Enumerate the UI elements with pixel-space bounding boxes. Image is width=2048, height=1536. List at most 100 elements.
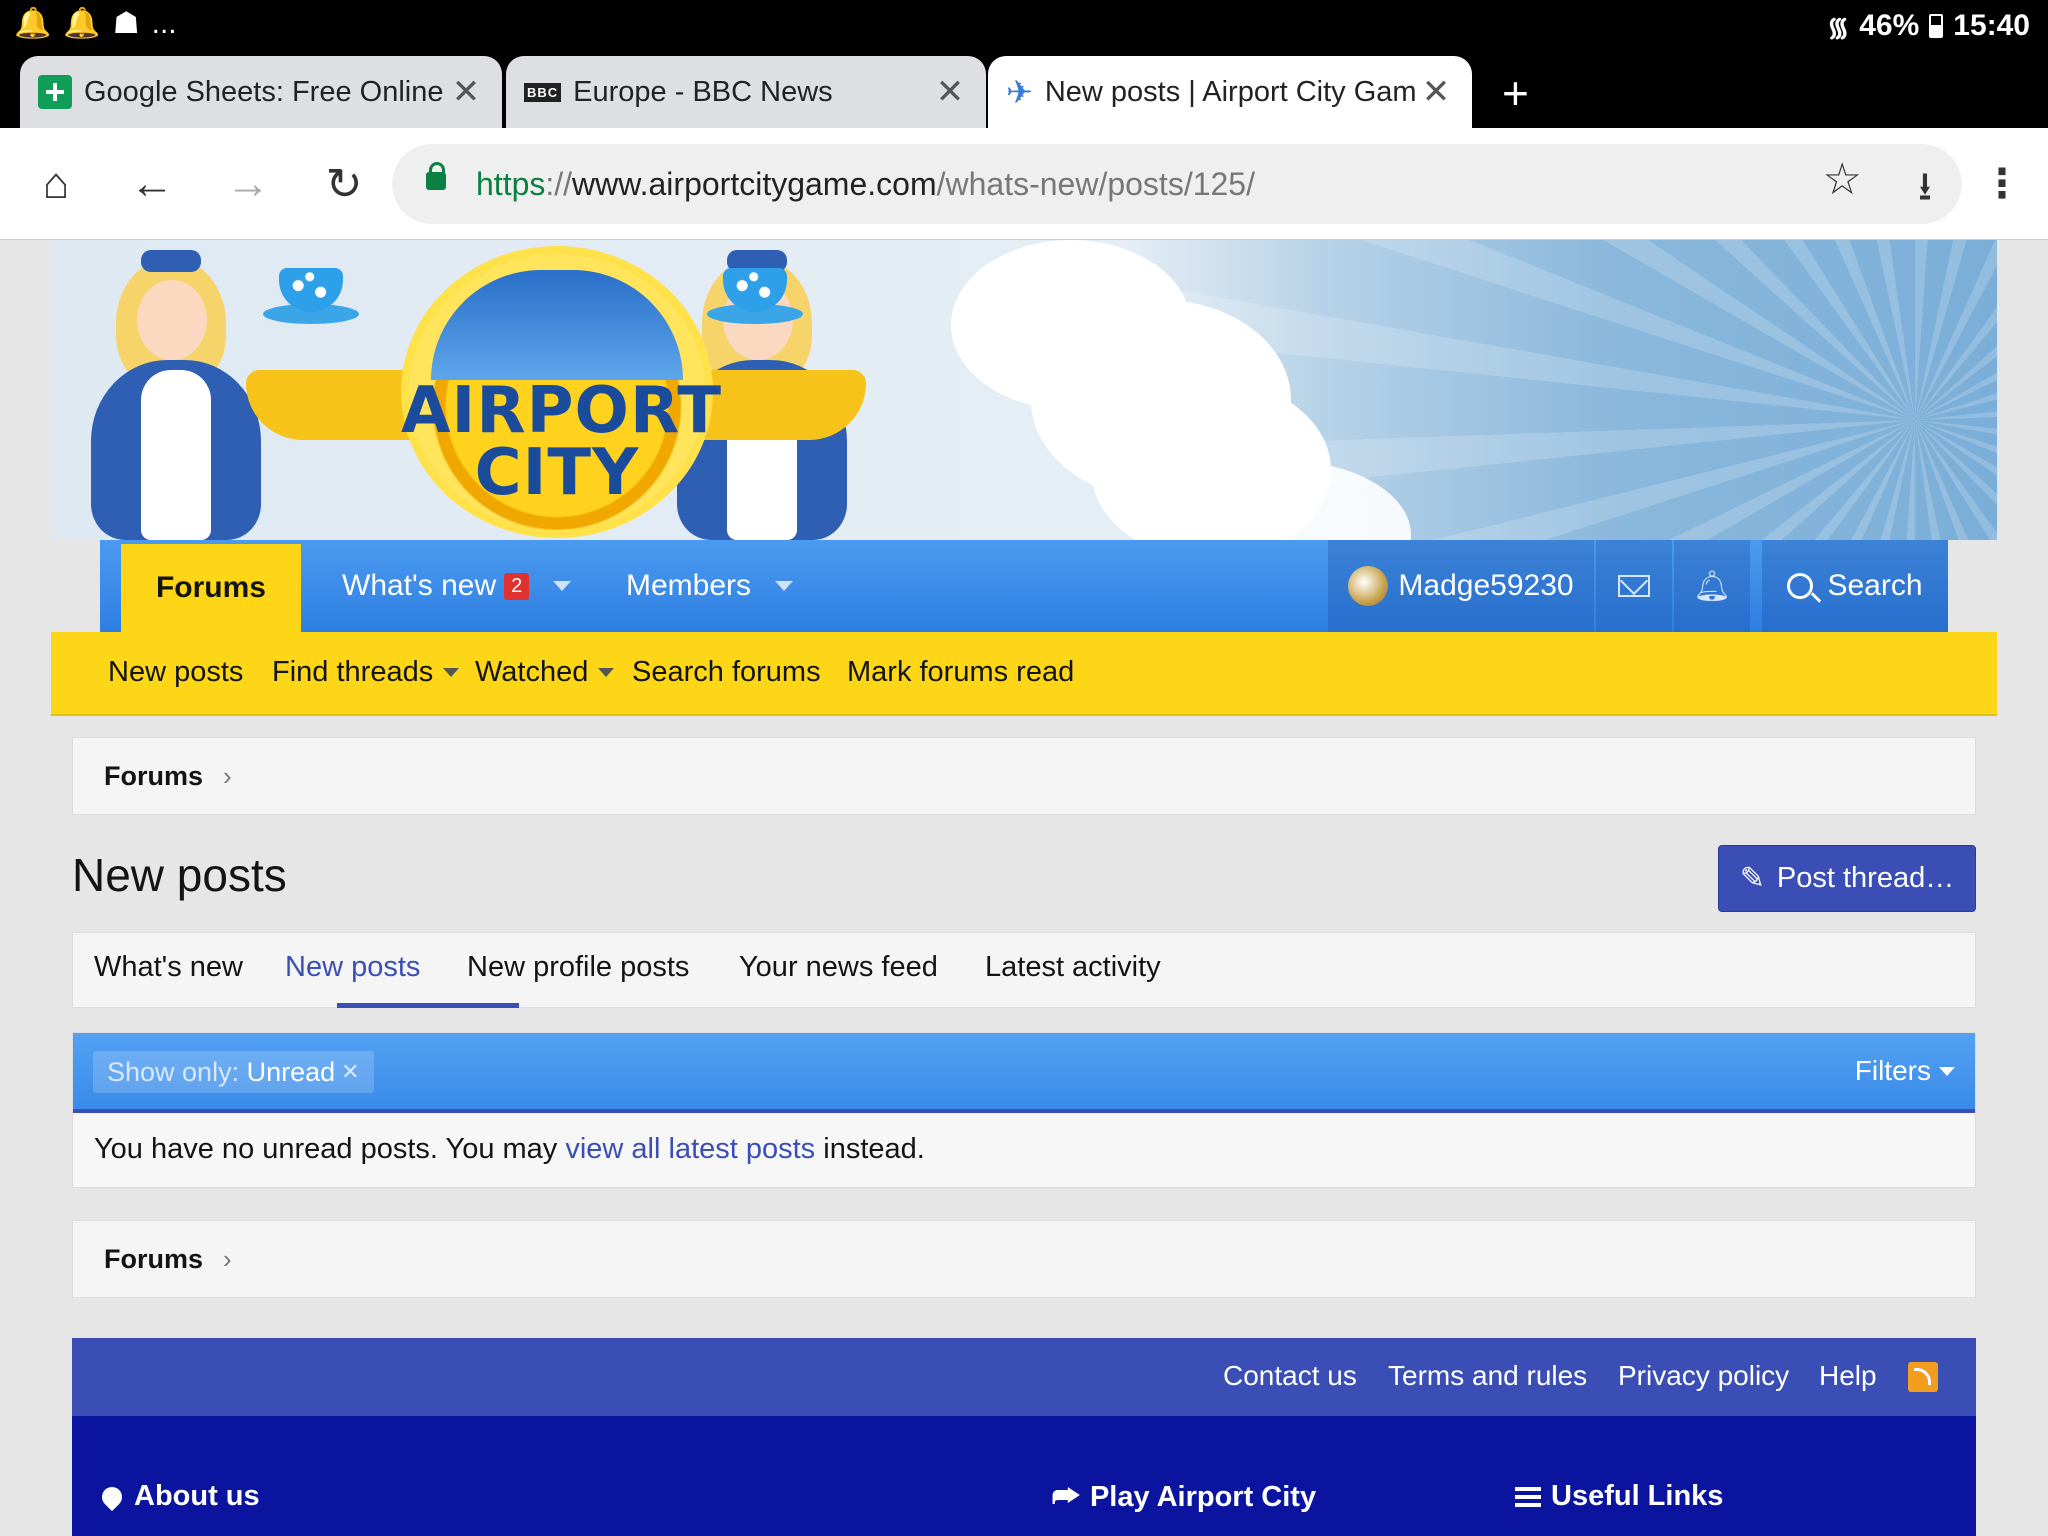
breadcrumb-bottom: Forums › <box>72 1220 1976 1298</box>
footer-play-airport-city[interactable]: ⮫ Play Airport City <box>1052 1480 1316 1514</box>
footer-privacy-policy[interactable]: Privacy policy <box>1618 1360 1789 1392</box>
new-tab-plus-icon[interactable]: + <box>1502 66 1529 120</box>
wifi-icon: ᯾ <box>1827 12 1850 42</box>
breadcrumb-forums[interactable]: Forums <box>104 761 203 792</box>
logo-text: AIRPORT CITY <box>401 374 722 510</box>
filter-chip-unread[interactable]: Show only: Unread ✕ <box>93 1051 374 1093</box>
browser-tab-google-sheets[interactable]: Google Sheets: Free Online S ✕ <box>20 56 502 128</box>
search-label: Search <box>1827 569 1923 602</box>
chevron-down-icon[interactable] <box>598 668 615 677</box>
tab-title: New posts | Airport City Gam <box>1044 75 1417 108</box>
browser-tab-bbc[interactable]: BBC Europe - BBC News ✕ <box>506 56 986 128</box>
system-status-bar: 🔔 🔔 ☗ ... ᯾ 46% 15:40 <box>0 0 2048 52</box>
tab-your-news-feed[interactable]: Your news feed <box>739 951 938 984</box>
maid-illustration <box>71 240 271 540</box>
nav-tab-whats-new[interactable]: What's new 2 <box>342 540 572 632</box>
filter-chip-value: Unread <box>246 1056 336 1087</box>
reload-icon[interactable]: ↻ <box>314 154 374 214</box>
notification-bell-icon: 🔔 <box>14 7 52 40</box>
filters-dropdown-button[interactable]: Filters <box>1855 1055 1955 1087</box>
subnav-label: Find threads <box>272 656 434 688</box>
browser-tab-strip: Google Sheets: Free Online S ✕ BBC Europ… <box>0 52 2048 128</box>
footer-main: About us ⮫ Play Airport City Useful Link… <box>72 1416 1976 1536</box>
tab-new-posts[interactable]: New posts <box>285 951 420 984</box>
active-tab-indicator <box>337 1003 519 1008</box>
forward-arrow-icon[interactable]: → <box>218 154 278 214</box>
subnav-find-threads[interactable]: Find threads <box>272 656 460 689</box>
filters-label: Filters <box>1854 1055 1931 1086</box>
tab-new-profile-posts[interactable]: New profile posts <box>467 951 689 984</box>
nav-tab-members[interactable]: Members <box>626 540 794 632</box>
view-all-latest-posts-link[interactable]: view all latest posts <box>565 1133 815 1165</box>
home-icon[interactable]: ⌂ <box>26 154 86 214</box>
filter-bar: Show only: Unread ✕ Filters <box>73 1033 1975 1113</box>
envelope-icon <box>1618 575 1650 597</box>
app-notification-icon: ☗ <box>112 7 140 40</box>
whats-new-tabs: What's new New posts New profile posts Y… <box>72 932 1976 1008</box>
subnav-search-forums[interactable]: Search forums <box>632 656 821 689</box>
search-icon <box>1787 573 1814 599</box>
footer-terms-and-rules[interactable]: Terms and rules <box>1388 1360 1587 1392</box>
browser-toolbar: ⌂ ← → ↻ https://www.airportcitygame.com/… <box>0 128 2048 240</box>
footer-help[interactable]: Help <box>1819 1360 1877 1392</box>
battery-icon <box>1929 14 1944 38</box>
post-thread-button[interactable]: ✎ Post thread… <box>1718 845 1976 912</box>
chevron-down-icon <box>1939 1066 1955 1076</box>
no-unread-message: You have no unread posts. You may view a… <box>94 1133 925 1165</box>
close-icon[interactable]: ✕ <box>1418 72 1454 112</box>
footer-heading: Useful Links <box>1551 1480 1724 1512</box>
rss-icon[interactable] <box>1908 1362 1938 1392</box>
main-nav: Forums What's new 2 Members Madge59230 🔔… <box>100 540 1948 632</box>
map-pin-icon <box>97 1482 127 1511</box>
breadcrumb-forums[interactable]: Forums <box>104 1244 203 1275</box>
footer-about-us: About us <box>97 1480 260 1513</box>
user-account-link[interactable]: Madge59230 <box>1328 540 1594 632</box>
chevron-down-icon[interactable] <box>443 668 460 677</box>
bookmark-star-icon[interactable]: ☆ <box>1823 154 1862 205</box>
inbox-button[interactable] <box>1596 540 1672 632</box>
menu-kebab-icon[interactable]: ⋮ <box>1972 154 2032 214</box>
nav-label: What's new <box>342 569 497 602</box>
menu-bars-icon <box>1515 1486 1541 1507</box>
notification-bell-icon: 🔔 <box>63 7 101 40</box>
remove-filter-icon[interactable]: ✕ <box>341 1059 359 1085</box>
close-icon[interactable]: ✕ <box>448 72 484 112</box>
footer-heading: About us <box>134 1480 260 1512</box>
battery-percent: 46% <box>1859 9 1920 42</box>
sub-nav: New posts Find threads Watched Search fo… <box>51 632 1997 716</box>
status-notifications: 🔔 🔔 ☗ ... <box>14 6 177 41</box>
lock-icon <box>426 162 446 190</box>
tab-latest-activity[interactable]: Latest activity <box>985 951 1161 984</box>
download-icon[interactable]: ⭳ <box>1918 158 1932 226</box>
address-bar[interactable]: https://www.airportcitygame.com/whats-ne… <box>392 144 1962 224</box>
tab-title: Europe - BBC News <box>573 75 833 108</box>
chevron-down-icon[interactable] <box>553 581 572 591</box>
footer-useful-links: Useful Links <box>1515 1480 1723 1513</box>
status-more: ... <box>151 6 177 40</box>
nav-tab-forums[interactable]: Forums <box>121 544 301 632</box>
nav-label: Members <box>626 569 752 602</box>
footer-contact-us[interactable]: Contact us <box>1223 1360 1357 1392</box>
subnav-new-posts[interactable]: New posts <box>108 656 243 689</box>
chevron-right-icon: › <box>223 760 232 791</box>
subnav-mark-forums-read[interactable]: Mark forums read <box>847 656 1074 689</box>
back-arrow-icon[interactable]: ← <box>122 154 182 214</box>
avatar <box>1348 566 1389 606</box>
chevron-right-icon: › <box>223 1243 232 1274</box>
tab-whats-new[interactable]: What's new <box>94 951 243 984</box>
site-banner[interactable]: AIRPORT CITY <box>51 240 1997 540</box>
chevron-down-icon[interactable] <box>775 581 794 591</box>
status-system-info: ᯾ 46% 15:40 <box>1827 8 2030 44</box>
close-icon[interactable]: ✕ <box>932 72 968 112</box>
browser-tab-airport-city[interactable]: ✈ New posts | Airport City Gam ✕ <box>988 56 1472 128</box>
breadcrumb: Forums › <box>72 737 1976 815</box>
alerts-button[interactable]: 🔔︎ <box>1674 540 1750 632</box>
plane-icon: ✈ <box>1006 74 1033 110</box>
footer-links-bar: Contact us Terms and rules Privacy polic… <box>72 1338 1976 1416</box>
search-button[interactable]: Search <box>1762 540 1948 632</box>
sheets-icon <box>38 75 72 109</box>
subnav-watched[interactable]: Watched <box>475 656 615 689</box>
url-text[interactable]: https://www.airportcitygame.com/whats-ne… <box>476 166 1255 203</box>
new-posts-block: Show only: Unread ✕ Filters You have no … <box>72 1032 1976 1188</box>
filter-chip-label: Show only: <box>107 1056 240 1087</box>
